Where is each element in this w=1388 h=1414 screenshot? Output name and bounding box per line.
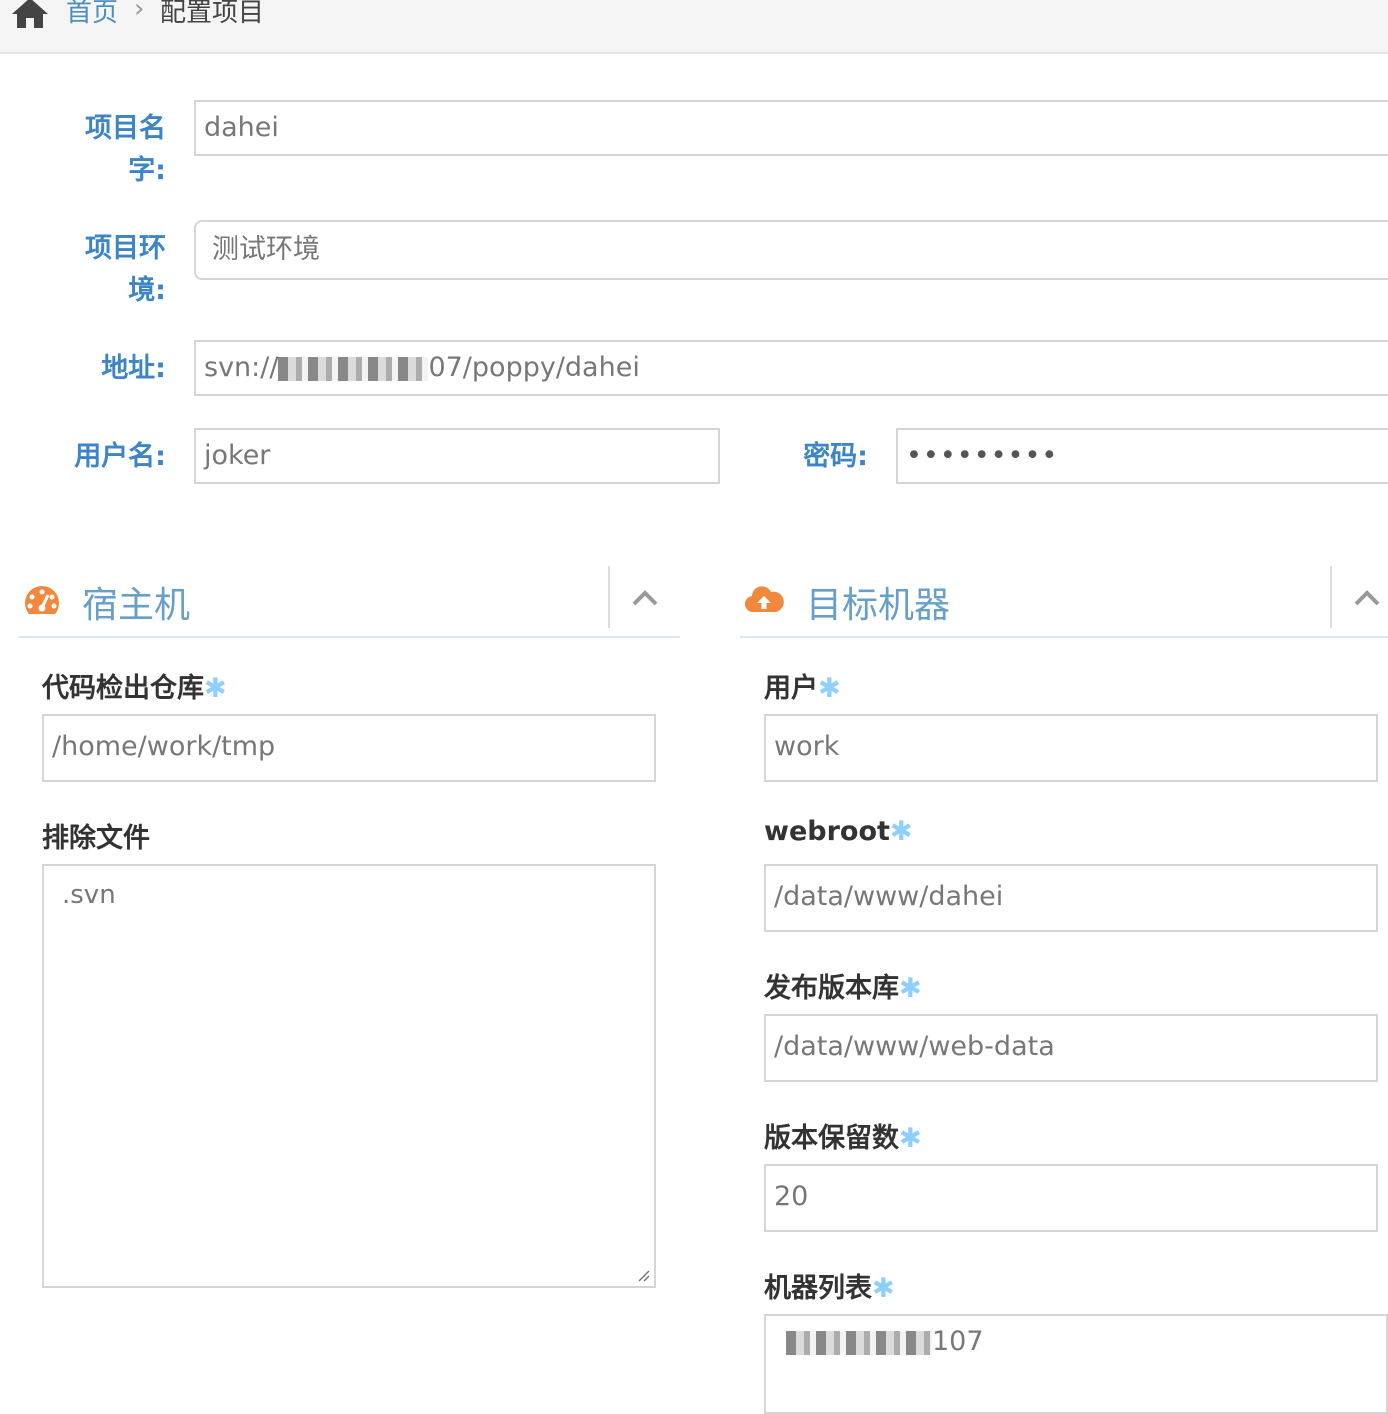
exclude-files-textarea[interactable]: .svn (42, 864, 656, 1288)
repo-url-label: 地址: (101, 353, 166, 384)
host-widget-header: 宿主机 (18, 566, 680, 638)
keep-versions-input[interactable]: 20 (764, 1164, 1378, 1232)
username-input[interactable]: joker (194, 428, 720, 484)
repo-url-suffix: 07/poppy/dahei (428, 352, 640, 383)
exclude-files-label: 排除文件 (42, 823, 150, 854)
breadcrumb-home-link[interactable]: 首页 (66, 0, 118, 29)
required-mark: ✱ (889, 816, 913, 847)
webroot-label: webroot✱ (764, 816, 913, 847)
widget-toolbar-divider (608, 566, 610, 628)
cloud-upload-icon (744, 586, 784, 613)
password-label: 密码: (803, 441, 868, 472)
required-mark: ✱ (872, 1273, 895, 1304)
project-env-input[interactable]: 测试环境 (194, 220, 1388, 280)
redacted-ip (786, 1330, 932, 1355)
home-icon[interactable] (10, 0, 50, 30)
target-widget-header: 目标机器 (740, 566, 1388, 638)
exclude-files-value: .svn (62, 880, 116, 910)
host-list-textarea[interactable]: 107 (764, 1314, 1388, 1414)
widget-toolbar-divider (1330, 566, 1332, 628)
keep-versions-label: 版本保留数✱ (764, 1123, 922, 1154)
chevron-up-icon[interactable] (1352, 584, 1382, 614)
resize-grip-icon[interactable] (634, 1266, 650, 1282)
required-mark: ✱ (899, 1123, 922, 1154)
project-name-label: 项目名字: (85, 113, 166, 186)
checkout-repo-input[interactable]: /home/work/tmp (42, 714, 656, 782)
target-user-input[interactable]: work (764, 714, 1378, 782)
chevron-up-icon[interactable] (630, 584, 660, 614)
username-label: 用户名: (74, 441, 166, 472)
repo-url-input[interactable]: svn:// 07/poppy/dahei (194, 340, 1388, 396)
project-name-input[interactable]: dahei (194, 100, 1388, 156)
required-mark: ✱ (899, 973, 922, 1004)
repo-url-prefix: svn:// (204, 352, 279, 383)
host-widget-title: 宿主机 (82, 585, 191, 626)
breadcrumb-current: 配置项目 (160, 0, 265, 28)
host-list-value: 107 (932, 1326, 984, 1357)
breadcrumb-separator: › (134, 0, 145, 24)
checkout-repo-label: 代码检出仓库✱ (42, 673, 227, 704)
dashboard-icon (24, 586, 60, 614)
host-list-label: 机器列表✱ (764, 1273, 895, 1304)
release-library-input[interactable]: /data/www/web-data (764, 1014, 1378, 1082)
password-input[interactable]: ••••••••• (896, 428, 1388, 484)
redacted-host (278, 356, 429, 381)
breadcrumb: 首页 › 配置项目 (0, 0, 1388, 54)
required-mark: ✱ (818, 673, 841, 704)
required-mark: ✱ (204, 673, 227, 704)
target-widget-title: 目标机器 (806, 585, 951, 626)
target-user-label: 用户✱ (764, 673, 841, 704)
release-library-label: 发布版本库✱ (764, 973, 922, 1004)
webroot-input[interactable]: /data/www/dahei (764, 864, 1378, 932)
project-env-label: 项目环境: (85, 233, 166, 306)
